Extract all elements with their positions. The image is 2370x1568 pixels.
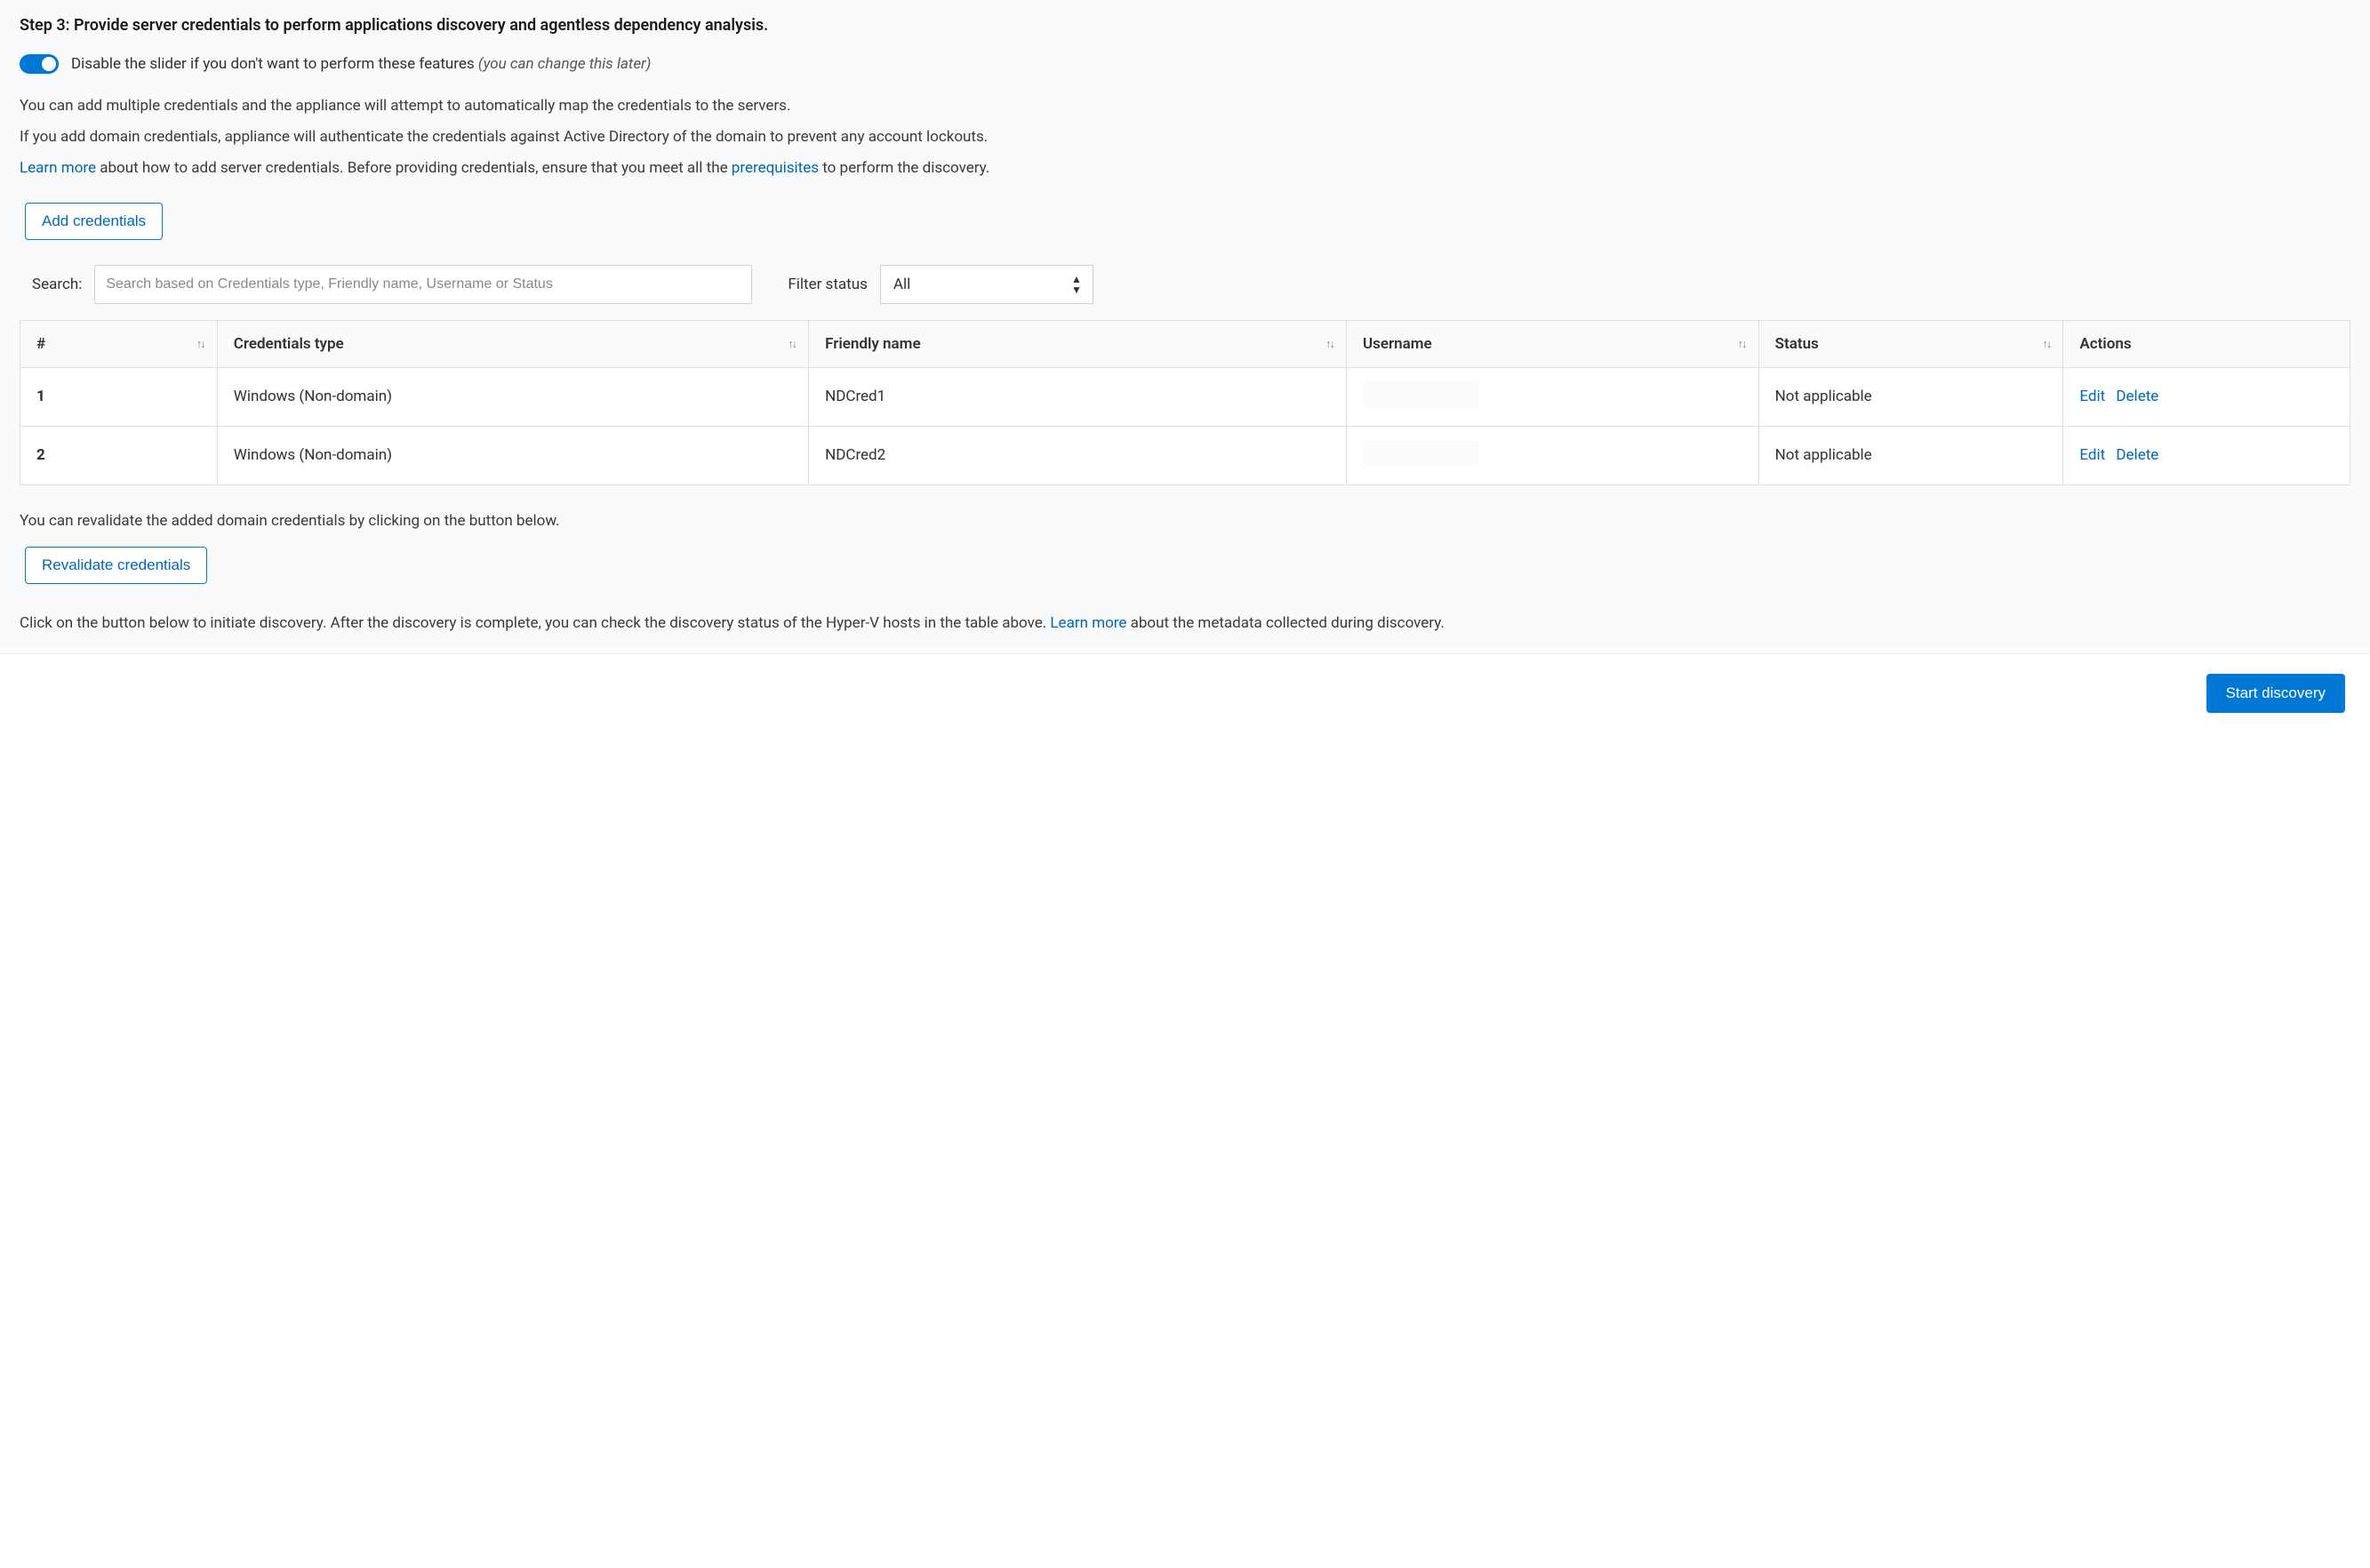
sort-icon: ↑↓ [788, 337, 796, 351]
intro-line-1: You can add multiple credentials and the… [20, 93, 2350, 119]
discovery-text-part1: Click on the button below to initiate di… [20, 614, 1050, 632]
search-input[interactable] [94, 265, 752, 304]
learn-more-credentials-link[interactable]: Learn more [20, 159, 96, 177]
table-row: 2 Windows (Non-domain) NDCred2 Not appli… [20, 426, 2350, 484]
sort-icon: ↑↓ [1738, 337, 1746, 351]
filter-status-value: All [893, 276, 910, 293]
col-header-num[interactable]: # ↑↓ [20, 320, 218, 367]
discovery-text-part2: about the metadata collected during disc… [1126, 614, 1444, 632]
col-header-username[interactable]: Username ↑↓ [1346, 320, 1758, 367]
revalidate-text: You can revalidate the added domain cred… [20, 508, 2350, 534]
intro-line-3: Learn more about how to add server crede… [20, 156, 2350, 181]
credentials-table: # ↑↓ Credentials type ↑↓ Friendly name ↑↓ U… [20, 320, 2350, 485]
edit-link[interactable]: Edit [2079, 388, 2105, 405]
intro-line-3-mid: about how to add server credentials. Bef… [96, 159, 732, 177]
filter-status-label: Filter status [788, 276, 868, 293]
col-header-actions: Actions [2063, 320, 2350, 367]
step-title: Step 3: Provide server credentials to pe… [20, 16, 2350, 35]
footer-bar: Start discovery [0, 653, 2370, 738]
cell-username-masked [1363, 441, 1478, 466]
discovery-text: Click on the button below to initiate di… [20, 611, 2350, 636]
intro-line-3-end: to perform the discovery. [819, 159, 989, 177]
toggle-label-main: Disable the slider if you don't want to … [71, 55, 478, 73]
filter-status-select[interactable]: All ▲▼ [880, 265, 1093, 304]
cell-status: Not applicable [1758, 367, 2063, 426]
cell-type: Windows (Non-domain) [217, 426, 808, 484]
cell-username-masked [1363, 382, 1478, 407]
search-label: Search: [32, 276, 82, 293]
feature-toggle-label: Disable the slider if you don't want to … [71, 55, 651, 73]
delete-link[interactable]: Delete [2116, 446, 2158, 464]
revalidate-credentials-button[interactable]: Revalidate credentials [25, 547, 207, 584]
prerequisites-link[interactable]: prerequisites [732, 159, 819, 177]
col-header-username-label: Username [1363, 335, 1432, 353]
add-credentials-button[interactable]: Add credentials [25, 203, 163, 240]
sort-icon: ↑↓ [1325, 337, 1333, 351]
cell-friendly: NDCred1 [809, 367, 1347, 426]
select-caret-icon: ▲▼ [1071, 274, 1082, 295]
cell-num: 2 [36, 446, 45, 464]
toggle-label-hint: (you can change this later) [478, 55, 651, 73]
col-header-num-label: # [36, 335, 45, 353]
table-header-row: # ↑↓ Credentials type ↑↓ Friendly name ↑↓ U… [20, 320, 2350, 367]
col-header-status[interactable]: Status ↑↓ [1758, 320, 2063, 367]
cell-friendly: NDCred2 [809, 426, 1347, 484]
col-header-actions-label: Actions [2079, 335, 2131, 353]
col-header-type[interactable]: Credentials type ↑↓ [217, 320, 808, 367]
learn-more-discovery-link[interactable]: Learn more [1050, 614, 1126, 632]
cell-num: 1 [36, 388, 45, 405]
edit-link[interactable]: Edit [2079, 446, 2105, 464]
cell-type: Windows (Non-domain) [217, 367, 808, 426]
table-row: 1 Windows (Non-domain) NDCred1 Not appli… [20, 367, 2350, 426]
col-header-type-label: Credentials type [234, 335, 344, 353]
col-header-friendly[interactable]: Friendly name ↑↓ [809, 320, 1347, 367]
cell-status: Not applicable [1758, 426, 2063, 484]
delete-link[interactable]: Delete [2116, 388, 2158, 405]
intro-line-2: If you add domain credentials, appliance… [20, 124, 2350, 150]
sort-icon: ↑↓ [196, 337, 204, 351]
col-header-friendly-label: Friendly name [825, 335, 921, 353]
col-header-status-label: Status [1775, 335, 1819, 353]
sort-icon: ↑↓ [2042, 337, 2050, 351]
start-discovery-button[interactable]: Start discovery [2206, 674, 2345, 713]
feature-toggle[interactable] [20, 54, 59, 74]
